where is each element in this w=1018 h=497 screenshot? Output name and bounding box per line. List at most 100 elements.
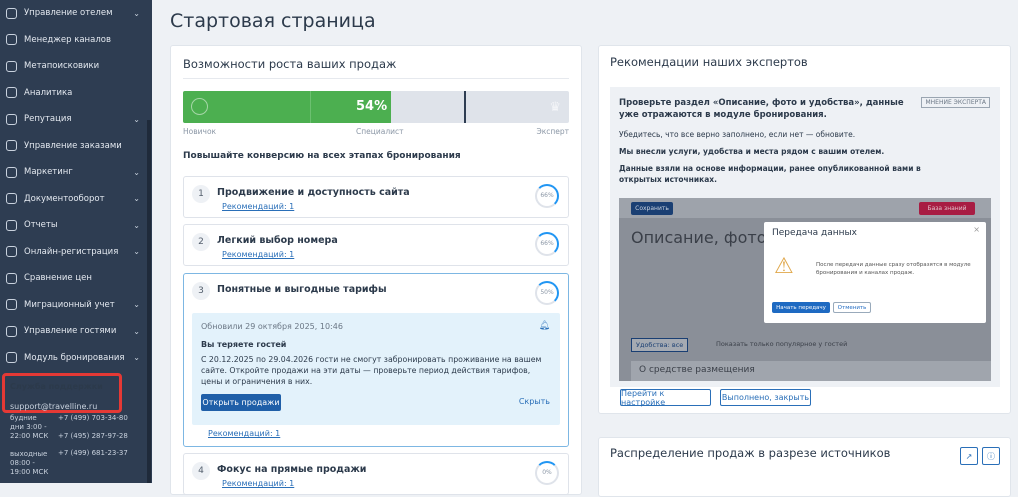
recommendations-link[interactable]: Рекомендаций: 1: [222, 250, 294, 259]
dialog-cancel: Отменить: [833, 302, 871, 313]
info-icon[interactable]: ⓘ: [982, 447, 1000, 465]
preview-amen: Удобства: все: [631, 338, 689, 352]
chevron-down-icon: ⌄: [133, 194, 140, 204]
step-number: 4: [192, 462, 210, 480]
warning-icon: ⚠: [774, 254, 794, 279]
phone[interactable]: +7 (495) 287-97-28: [58, 432, 128, 441]
go-to-settings-button[interactable]: Перейти к настройке: [620, 389, 711, 407]
sidebar-item[interactable]: Метапоисковики: [0, 53, 152, 80]
dialog-start: Начать передачу: [772, 302, 830, 313]
sidebar-item[interactable]: Аналитика: [0, 80, 152, 107]
preview-popular: Показать только популярное у гостей: [716, 340, 848, 348]
distribution-card: Распределение продаж в разрезе источнико…: [598, 437, 1011, 497]
done-close-button[interactable]: Выполнено, закрыть: [720, 389, 811, 406]
smile-icon: [191, 98, 208, 115]
hide-button[interactable]: Скрыть: [519, 397, 550, 406]
chevron-down-icon: ⌄: [133, 220, 140, 230]
growth-step[interactable]: 1 Продвижение и доступность сайта Рекоменд…: [183, 176, 569, 218]
phone[interactable]: +7 (499) 703-34-80: [58, 414, 128, 423]
expert-recommendation: Проверьте раздел «Описание, фото и удобс…: [610, 87, 1000, 387]
page-title: Стартовая страница: [170, 10, 376, 32]
alert-text: С 20.12.2025 по 29.04.2026 гости не смог…: [201, 355, 542, 386]
preview-save: Сохранить: [631, 202, 673, 215]
support-title: Служба поддержки: [10, 382, 103, 391]
chevron-down-icon: ⌄: [133, 167, 140, 177]
chevron-down-icon: ⌄: [133, 114, 140, 124]
weekday-hours: будние дни 3:00 - 22:00 МСК: [10, 414, 49, 440]
growth-step[interactable]: 2 Легкий выбор номера Рекомендаций: 1 66%: [183, 224, 569, 266]
menu-icon: [6, 34, 17, 46]
dialog-title: Передача данных: [772, 228, 857, 238]
crown-icon: ♛: [549, 100, 561, 115]
experts-card: Рекомендации наших экспертов Проверьте р…: [598, 45, 1011, 414]
sidebar-item[interactable]: Модуль бронирования ⌄: [0, 345, 152, 372]
sidebar-item-label: Менеджер каналов: [24, 34, 111, 45]
sidebar-item-label: Метапоисковики: [24, 61, 100, 72]
weekend-hours: выходные 08:00 - 19:00 МСК: [10, 450, 49, 476]
sidebar-item-label: Онлайн-регистрация: [24, 246, 119, 257]
menu-icon: [6, 113, 17, 125]
sidebar-item[interactable]: Репутация ⌄: [0, 106, 152, 133]
sidebar-item-label: Маркетинг: [24, 167, 73, 178]
step-progress-ring: 66%: [535, 184, 559, 208]
recommendations-link[interactable]: Рекомендаций: 1: [208, 429, 280, 438]
preview-section: О средстве размещения: [631, 361, 991, 381]
growth-step[interactable]: 4 Фокус на прямые продажи Рекомендаций: 1 0…: [183, 453, 569, 495]
step-title: Легкий выбор номера: [217, 235, 338, 246]
step-title: Понятные и выгодные тарифы: [217, 284, 387, 295]
sidebar-item[interactable]: Онлайн-регистрация ⌄: [0, 239, 152, 266]
sidebar-item[interactable]: Отчеты ⌄: [0, 212, 152, 239]
sidebar-item[interactable]: Менеджер каналов: [0, 27, 152, 54]
screenshot-preview: Сохранить База знаний Описание, фото и у…: [619, 198, 991, 381]
level-novice: Новичок: [183, 127, 217, 136]
progress-label: 54%: [356, 99, 388, 114]
chevron-down-icon: ⌄: [133, 326, 140, 336]
growth-card: Возможности роста ваших продаж ♛ 54% Нов…: [170, 45, 582, 495]
alert-heading: Вы теряете гостей: [201, 340, 287, 349]
step-progress-ring: 0%: [535, 461, 559, 485]
sidebar-item[interactable]: Маркетинг ⌄: [0, 159, 152, 186]
sidebar-item-label: Управление заказами: [24, 140, 122, 151]
menu-icon: [6, 7, 17, 19]
sidebar-item-label: Миграционный учет: [24, 299, 115, 310]
sidebar-item[interactable]: Документооборот ⌄: [0, 186, 152, 213]
menu-icon: [6, 166, 17, 178]
dialog-text: После передачи данные сразу отобразятся …: [816, 262, 971, 276]
sidebar-item-label: Аналитика: [24, 87, 73, 98]
sidebar-item[interactable]: Управление заказами: [0, 133, 152, 160]
sidebar-item[interactable]: Управление гостями ⌄: [0, 318, 152, 345]
sidebar-item-label: Модуль бронирования: [24, 352, 125, 363]
growth-subtitle: Повышайте конверсию на всех этапах брони…: [183, 151, 461, 161]
sidebar-item-label: Отчеты: [24, 220, 58, 231]
recommendations-link[interactable]: Рекомендаций: 1: [222, 479, 294, 488]
menu-icon: [6, 219, 17, 231]
level-specialist: Специалист: [356, 127, 404, 136]
bell-icon[interactable]: 🔔︎: [539, 321, 550, 331]
sidebar-item-label: Управление отелем: [24, 8, 113, 19]
menu-icon: [6, 60, 17, 72]
step-number: 2: [192, 233, 210, 251]
close-icon: ×: [973, 225, 980, 234]
chart-icon[interactable]: ↗: [960, 447, 978, 465]
chevron-down-icon: ⌄: [133, 8, 140, 18]
lost-guests-alert: Обновили 29 октября 2025, 10:46 🔔︎ Вы те…: [192, 313, 560, 425]
recommendations-link[interactable]: Рекомендаций: 1: [222, 202, 294, 211]
rec-text: Мы внесли услуги, удобства и места рядом…: [619, 147, 885, 156]
preview-dialog: Передача данных × ⚠ После передачи данны…: [764, 222, 986, 323]
open-sales-button[interactable]: Открыть продажи: [201, 394, 281, 411]
rec-heading: Проверьте раздел «Описание, фото и удобс…: [619, 98, 904, 120]
menu-icon: [6, 193, 17, 205]
chevron-down-icon: ⌄: [133, 353, 140, 363]
expert-badge: МНЕНИЕ ЭКСПЕРТА: [921, 97, 990, 108]
sidebar-item[interactable]: Управление отелем ⌄: [0, 0, 152, 27]
growth-title: Возможности роста ваших продаж: [183, 57, 397, 71]
sidebar-item[interactable]: Сравнение цен: [0, 265, 152, 292]
step-title: Продвижение и доступность сайта: [217, 187, 410, 198]
menu-icon: [6, 352, 17, 364]
phone[interactable]: +7 (499) 681-23-37: [58, 449, 128, 458]
sidebar-scrollbar[interactable]: [147, 120, 151, 483]
chevron-down-icon: ⌄: [133, 247, 140, 257]
sidebar-item[interactable]: Миграционный учет ⌄: [0, 292, 152, 319]
rec-text: Убедитесь, что все верно заполнено, если…: [619, 130, 856, 139]
support-email[interactable]: support@travelline.ru: [10, 402, 97, 411]
